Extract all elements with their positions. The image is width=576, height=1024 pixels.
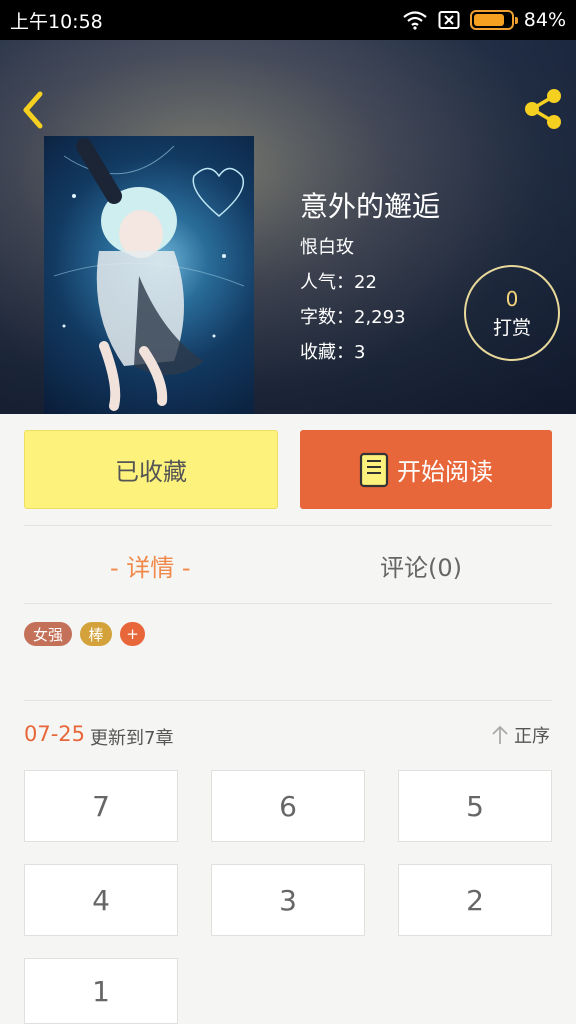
tab-detail[interactable]: - 详情 -	[110, 548, 191, 583]
sort-order-button[interactable]: 正序	[490, 722, 550, 748]
sort-order-label: 正序	[514, 726, 550, 747]
battery-fill	[473, 14, 504, 26]
back-icon[interactable]	[14, 88, 54, 132]
tag-label: 棒	[88, 625, 104, 644]
chapter-number: 3	[279, 883, 297, 917]
chapter-number: 2	[466, 883, 484, 917]
cover-illustration	[53, 138, 245, 411]
start-reading-label: 开始阅读	[397, 458, 493, 486]
chapter-button[interactable]: 1	[24, 958, 178, 1024]
tag-label: 女强	[32, 625, 63, 644]
tag-item[interactable]: 女强	[24, 622, 72, 646]
book-author[interactable]: 恨白玫	[300, 233, 354, 259]
favorited-button[interactable]: 已收藏	[24, 430, 278, 509]
chapter-button[interactable]: 5	[398, 770, 552, 842]
update-date: 07-25	[24, 722, 86, 746]
chapter-number: 7	[92, 789, 110, 823]
tab-comments[interactable]: 评论(0)	[380, 548, 462, 583]
battery-percent: 84%	[523, 9, 566, 31]
chapter-number: 5	[466, 789, 484, 823]
divider	[24, 603, 552, 604]
no-sim-icon	[438, 11, 460, 29]
add-tag-label: +	[126, 625, 139, 643]
update-status: 更新到7章	[90, 728, 174, 749]
popularity-stat: 人气：22	[300, 272, 377, 293]
tag-item[interactable]: 棒	[80, 622, 112, 646]
chapter-number: 6	[279, 789, 297, 823]
wifi-icon	[403, 11, 427, 30]
status-bar: 上午10:58 84%	[0, 0, 576, 40]
divider	[24, 700, 552, 701]
chapter-button[interactable]: 2	[398, 864, 552, 936]
book-icon	[359, 452, 389, 487]
reward-label: 打赏	[492, 317, 531, 339]
book-title: 意外的邂逅	[300, 190, 441, 223]
favorites-stat: 收藏：3	[300, 342, 366, 363]
reward-button[interactable]: 0 打赏	[464, 265, 560, 361]
chapter-button[interactable]: 7	[24, 770, 178, 842]
chapter-number: 1	[92, 974, 110, 1008]
divider	[24, 525, 552, 526]
arrow-up-icon	[492, 725, 508, 744]
status-time: 上午10:58	[10, 10, 103, 33]
share-icon[interactable]	[520, 86, 566, 132]
chapter-button[interactable]: 6	[211, 770, 365, 842]
chapter-number: 4	[92, 883, 110, 917]
battery-icon	[469, 10, 518, 30]
word-count-stat: 字数：2,293	[300, 307, 406, 328]
add-tag-button[interactable]: +	[120, 622, 145, 646]
book-header: 意外的邂逅 恨白玫 人气：22 字数：2,293 收藏：3 0 打赏	[0, 40, 576, 414]
book-cover[interactable]	[44, 136, 254, 414]
reward-count: 0	[505, 287, 519, 311]
chapter-button[interactable]: 4	[24, 864, 178, 936]
start-reading-button[interactable]: 开始阅读	[300, 430, 552, 509]
chapter-button[interactable]: 3	[211, 864, 365, 936]
favorited-label: 已收藏	[115, 458, 187, 486]
